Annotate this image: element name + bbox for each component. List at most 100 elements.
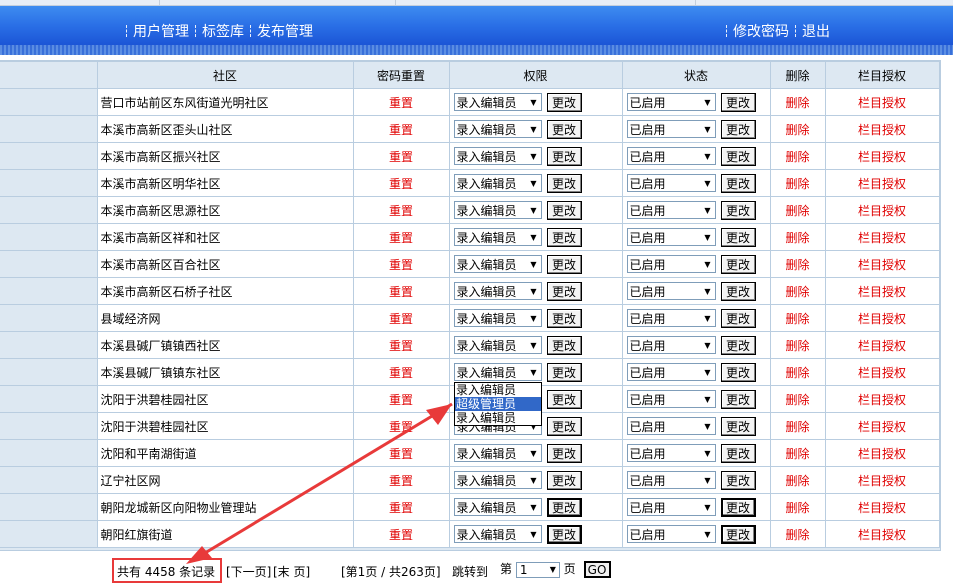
change-status-button[interactable]: 更改 bbox=[720, 497, 756, 517]
column-auth-link[interactable]: 栏目授权 bbox=[824, 385, 940, 413]
change-status-button[interactable]: 更改 bbox=[720, 335, 756, 355]
delete-link[interactable]: 删除 bbox=[769, 277, 826, 305]
status-select[interactable]: 已启用 ▼ bbox=[626, 282, 716, 300]
change-status-button[interactable]: 更改 bbox=[720, 389, 756, 409]
nav-tag-library[interactable]: 标签库 bbox=[202, 21, 244, 41]
delete-link[interactable]: 删除 bbox=[769, 88, 826, 116]
change-role-button[interactable]: 更改 bbox=[546, 254, 582, 274]
status-select[interactable]: 已启用 ▼ bbox=[626, 201, 716, 219]
reset-password-link[interactable]: 重置 bbox=[352, 169, 450, 197]
status-select[interactable]: 已启用 ▼ bbox=[626, 336, 716, 354]
change-status-button[interactable]: 更改 bbox=[720, 524, 756, 544]
change-status-button[interactable]: 更改 bbox=[720, 119, 756, 139]
status-select[interactable]: 已启用 ▼ bbox=[626, 309, 716, 327]
change-role-button[interactable]: 更改 bbox=[546, 416, 582, 436]
change-role-button[interactable]: 更改 bbox=[546, 497, 582, 517]
status-select[interactable]: 已启用 ▼ bbox=[626, 174, 716, 192]
column-auth-link[interactable]: 栏目授权 bbox=[824, 439, 940, 467]
status-select[interactable]: 已启用 ▼ bbox=[626, 417, 716, 435]
delete-link[interactable]: 删除 bbox=[769, 520, 826, 548]
reset-password-link[interactable]: 重置 bbox=[352, 385, 450, 413]
role-select[interactable]: 录入编辑员▼ bbox=[453, 498, 542, 516]
role-select[interactable]: 录入编辑员▼ bbox=[453, 282, 542, 300]
column-auth-link[interactable]: 栏目授权 bbox=[824, 169, 940, 197]
change-role-button[interactable]: 更改 bbox=[546, 92, 582, 112]
role-select[interactable]: 录入编辑员▼ bbox=[453, 255, 542, 273]
change-status-button[interactable]: 更改 bbox=[720, 281, 756, 301]
reset-password-link[interactable]: 重置 bbox=[352, 520, 450, 548]
reset-password-link[interactable]: 重置 bbox=[352, 223, 450, 251]
column-auth-link[interactable]: 栏目授权 bbox=[824, 412, 940, 440]
delete-link[interactable]: 删除 bbox=[769, 493, 826, 521]
change-role-button[interactable]: 更改 bbox=[546, 443, 582, 463]
change-status-button[interactable]: 更改 bbox=[720, 308, 756, 328]
change-status-button[interactable]: 更改 bbox=[720, 173, 756, 193]
status-select[interactable]: 已启用 ▼ bbox=[626, 525, 716, 543]
delete-link[interactable]: 删除 bbox=[769, 412, 826, 440]
delete-link[interactable]: 删除 bbox=[769, 250, 826, 278]
role-select[interactable]: 录入编辑员▼ bbox=[453, 444, 542, 462]
change-status-button[interactable]: 更改 bbox=[720, 362, 756, 382]
next-page-link[interactable]: [下一页] bbox=[226, 563, 271, 580]
change-role-button[interactable]: 更改 bbox=[546, 335, 582, 355]
role-select[interactable]: 录入编辑员▼ bbox=[453, 336, 542, 354]
column-auth-link[interactable]: 栏目授权 bbox=[824, 520, 940, 548]
status-select[interactable]: 已启用 ▼ bbox=[626, 147, 716, 165]
last-page-link[interactable]: [末 页] bbox=[273, 563, 310, 580]
reset-password-link[interactable]: 重置 bbox=[352, 277, 450, 305]
delete-link[interactable]: 删除 bbox=[769, 115, 826, 143]
delete-link[interactable]: 删除 bbox=[769, 358, 826, 386]
change-role-button[interactable]: 更改 bbox=[546, 146, 582, 166]
change-role-button[interactable]: 更改 bbox=[546, 389, 582, 409]
delete-link[interactable]: 删除 bbox=[769, 385, 826, 413]
reset-password-link[interactable]: 重置 bbox=[352, 115, 450, 143]
page-select[interactable]: 1 ▼ bbox=[515, 561, 560, 578]
column-auth-link[interactable]: 栏目授权 bbox=[824, 304, 940, 332]
delete-link[interactable]: 删除 bbox=[769, 196, 826, 224]
nav-publish-management[interactable]: 发布管理 bbox=[257, 21, 313, 41]
delete-link[interactable]: 删除 bbox=[769, 439, 826, 467]
delete-link[interactable]: 删除 bbox=[769, 169, 826, 197]
delete-link[interactable]: 删除 bbox=[769, 223, 826, 251]
delete-link[interactable]: 删除 bbox=[769, 466, 826, 494]
status-select[interactable]: 已启用 ▼ bbox=[626, 255, 716, 273]
change-status-button[interactable]: 更改 bbox=[720, 443, 756, 463]
column-auth-link[interactable]: 栏目授权 bbox=[824, 196, 940, 224]
change-status-button[interactable]: 更改 bbox=[720, 200, 756, 220]
change-status-button[interactable]: 更改 bbox=[720, 146, 756, 166]
role-select[interactable]: 录入编辑员▼ bbox=[453, 309, 542, 327]
delete-link[interactable]: 删除 bbox=[769, 142, 826, 170]
role-select[interactable]: 录入编辑员▼ bbox=[453, 174, 542, 192]
delete-link[interactable]: 删除 bbox=[769, 331, 826, 359]
role-select[interactable]: 录入编辑员▼ bbox=[453, 525, 542, 543]
change-status-button[interactable]: 更改 bbox=[720, 470, 756, 490]
column-auth-link[interactable]: 栏目授权 bbox=[824, 493, 940, 521]
change-role-button[interactable]: 更改 bbox=[546, 308, 582, 328]
role-select[interactable]: 录入编辑员▼ bbox=[453, 228, 542, 246]
change-role-button[interactable]: 更改 bbox=[546, 362, 582, 382]
role-select[interactable]: 录入编辑员▼ bbox=[453, 93, 542, 111]
reset-password-link[interactable]: 重置 bbox=[352, 331, 450, 359]
dropdown-option[interactable]: 录入编辑员 bbox=[455, 383, 541, 397]
role-select[interactable]: 录入编辑员▼ bbox=[453, 147, 542, 165]
delete-link[interactable]: 删除 bbox=[769, 304, 826, 332]
role-select[interactable]: 录入编辑员▼ bbox=[453, 471, 542, 489]
role-select[interactable]: 录入编辑员▼ bbox=[453, 201, 542, 219]
change-role-button[interactable]: 更改 bbox=[546, 119, 582, 139]
change-role-button[interactable]: 更改 bbox=[546, 524, 582, 544]
change-role-button[interactable]: 更改 bbox=[546, 281, 582, 301]
nav-user-management[interactable]: 用户管理 bbox=[133, 21, 189, 41]
reset-password-link[interactable]: 重置 bbox=[352, 196, 450, 224]
status-select[interactable]: 已启用 ▼ bbox=[626, 363, 716, 381]
column-auth-link[interactable]: 栏目授权 bbox=[824, 115, 940, 143]
dropdown-option-highlighted[interactable]: 超级管理员 bbox=[455, 397, 541, 411]
status-select[interactable]: 已启用 ▼ bbox=[626, 471, 716, 489]
change-role-button[interactable]: 更改 bbox=[546, 200, 582, 220]
status-select[interactable]: 已启用 ▼ bbox=[626, 120, 716, 138]
nav-logout[interactable]: 退出 bbox=[802, 21, 830, 41]
reset-password-link[interactable]: 重置 bbox=[352, 250, 450, 278]
column-auth-link[interactable]: 栏目授权 bbox=[824, 331, 940, 359]
reset-password-link[interactable]: 重置 bbox=[352, 466, 450, 494]
reset-password-link[interactable]: 重置 bbox=[352, 439, 450, 467]
change-role-button[interactable]: 更改 bbox=[546, 173, 582, 193]
